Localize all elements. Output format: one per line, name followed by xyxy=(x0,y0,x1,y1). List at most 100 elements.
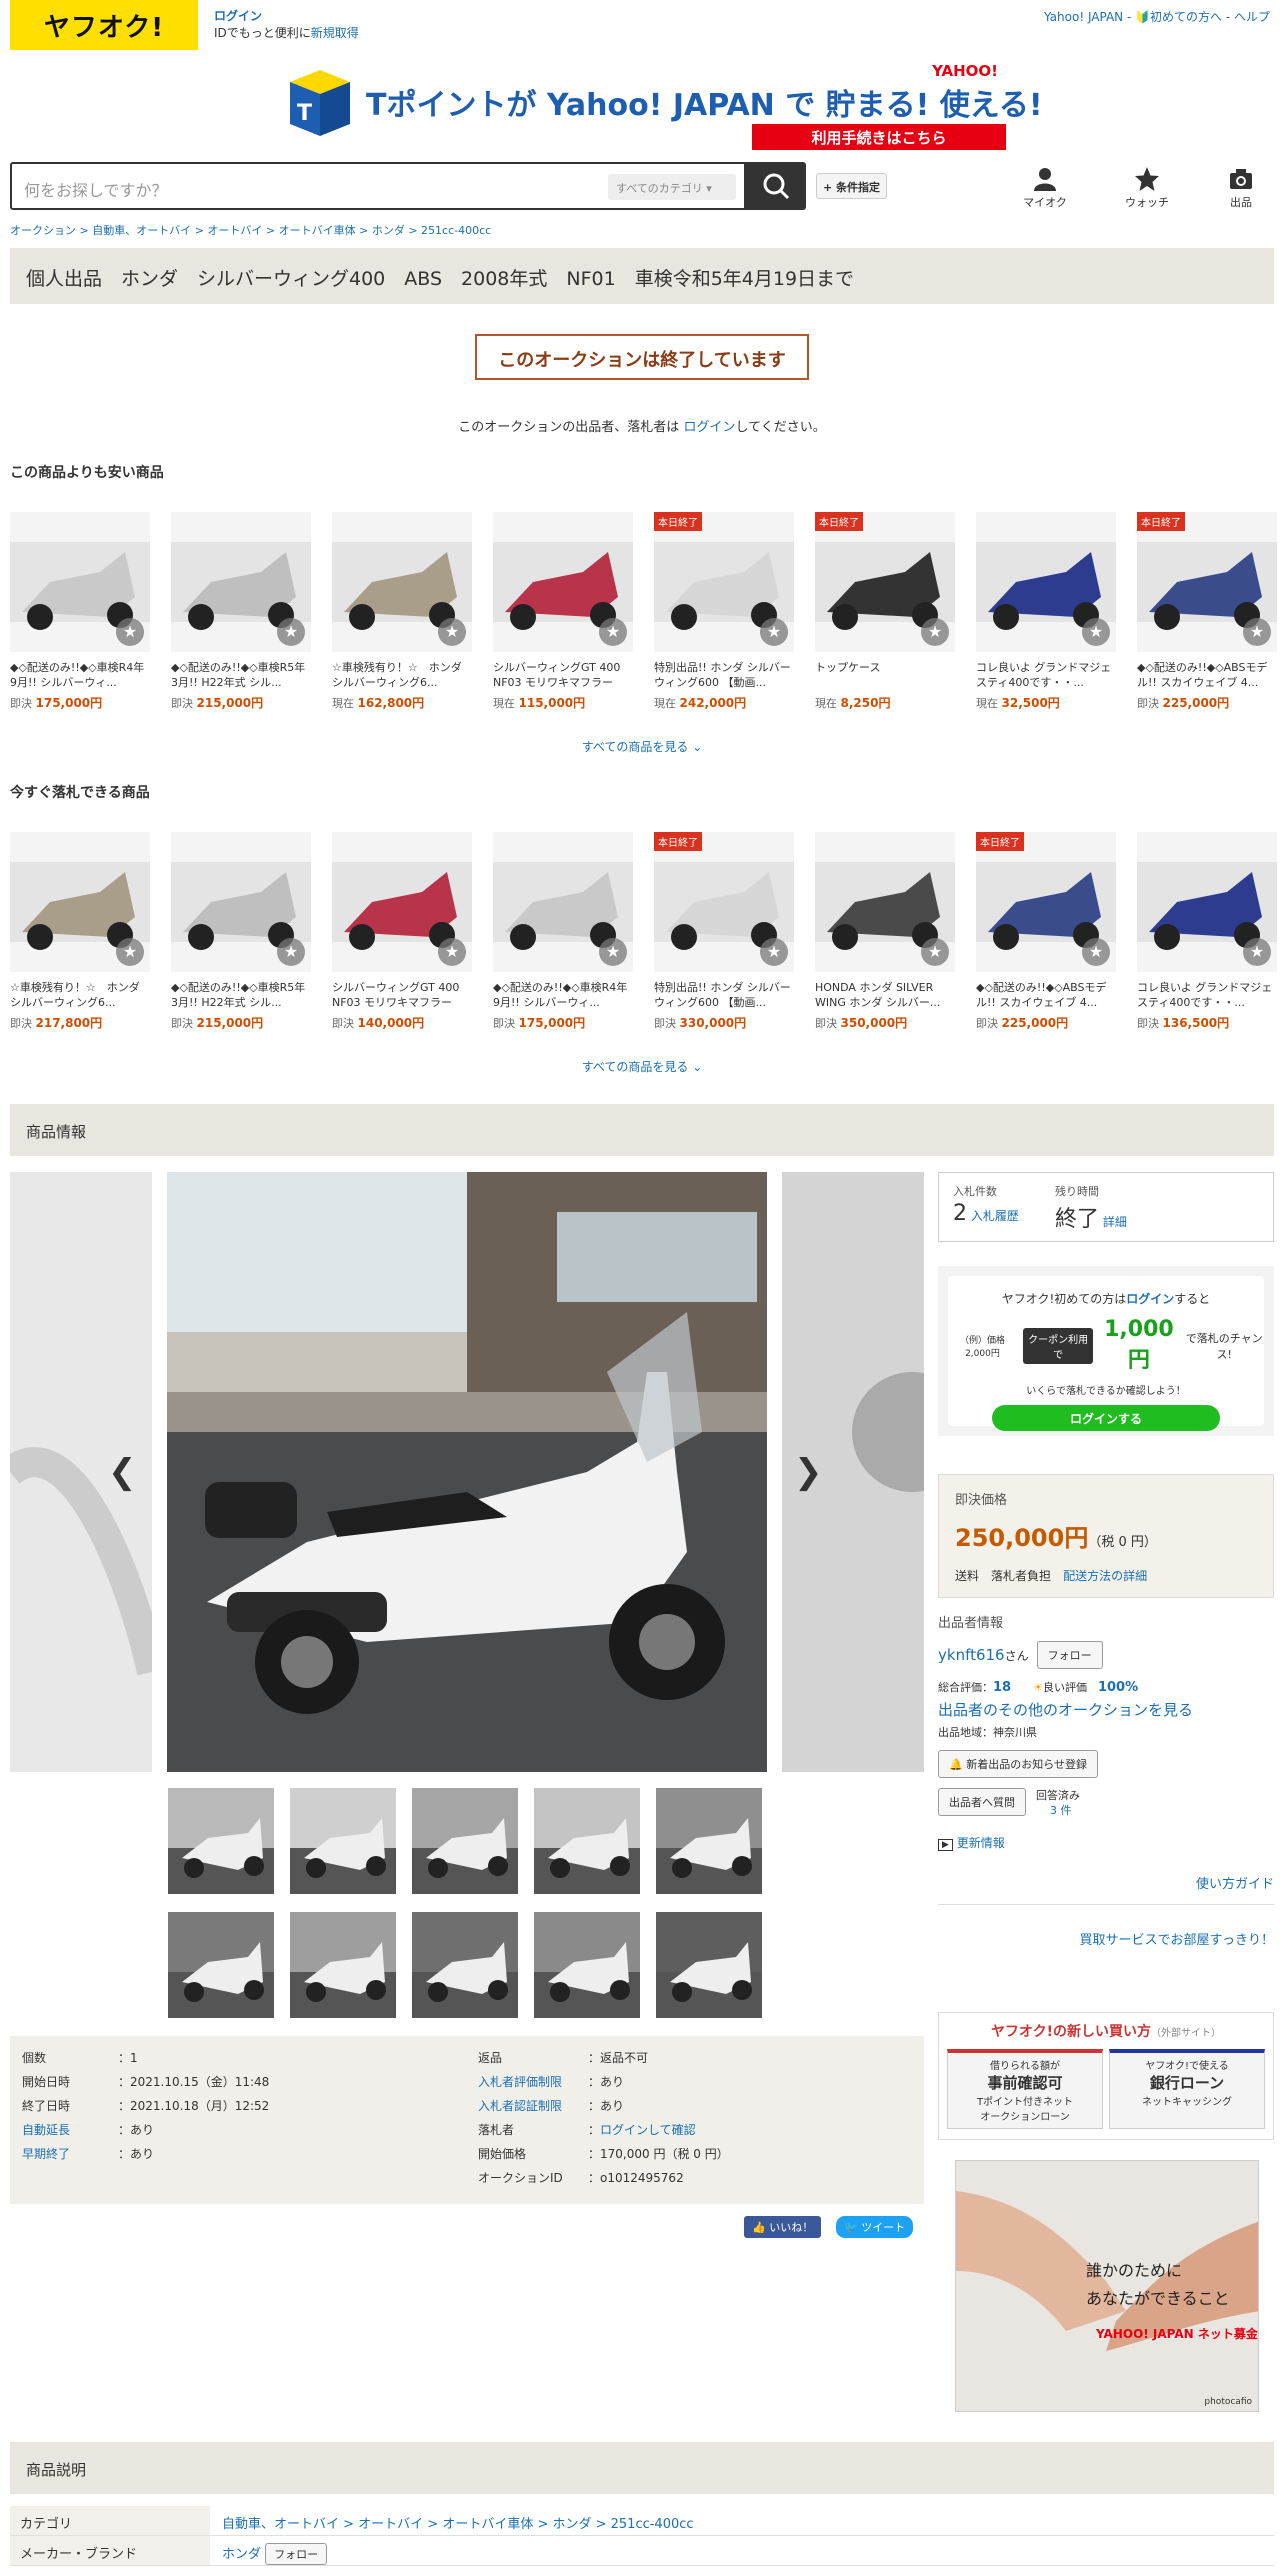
product-thumbnail[interactable]: ★ xyxy=(976,512,1116,652)
seller-other-auctions-link[interactable]: 出品者のその他のオークションを見る xyxy=(938,1701,1193,1719)
tweet-button[interactable]: 🐦 ツイート xyxy=(836,2216,914,2238)
gallery-thumbnail[interactable] xyxy=(412,1788,518,1894)
ask-seller-button[interactable]: 出品者へ質問 xyxy=(938,1788,1026,1816)
buyback-service-link[interactable]: 買取サービスでお部屋すっきり！ xyxy=(938,1929,1274,1948)
product-title[interactable]: ◆◇配送のみ!!◆◇車検R5年3月!! H22年式 シル... xyxy=(171,980,311,1010)
register-link[interactable]: 新規取得 xyxy=(311,26,359,40)
watch-star-icon[interactable]: ★ xyxy=(599,938,627,966)
ended-login-link[interactable]: ログイン xyxy=(683,420,735,435)
product-thumbnail[interactable]: 本日終了 ★ xyxy=(654,512,794,652)
product-title[interactable]: コレ良いよ グランドマジェスティ400です・・... xyxy=(976,660,1116,690)
detail-key[interactable]: 入札者評価制限 xyxy=(478,2070,588,2094)
detail-key[interactable]: 自動延長 xyxy=(22,2118,118,2142)
product-thumbnail[interactable]: 本日終了 ★ xyxy=(976,832,1116,972)
watch-star-icon[interactable]: ★ xyxy=(1082,618,1110,646)
main-product-image[interactable] xyxy=(167,1172,767,1772)
search-button[interactable] xyxy=(746,162,806,210)
watch-star-icon[interactable]: ★ xyxy=(116,938,144,966)
product-card[interactable]: ★ ◆◇配送のみ!!◆◇車検R4年9月!! シルバーウィ... 即決 175,0… xyxy=(10,512,150,711)
watch-star-icon[interactable]: ★ xyxy=(760,618,788,646)
product-card[interactable]: ★ シルバーウィングGT 400 NF03 モリワキマフラー 現在 115,00… xyxy=(493,512,633,711)
brand-follow-button[interactable]: フォロー xyxy=(265,2543,328,2565)
category-select[interactable]: すべてのカテゴリ ▾ xyxy=(608,174,736,200)
chevron-right-icon[interactable]: ❯ xyxy=(794,1452,823,1492)
gallery-thumbnail[interactable] xyxy=(412,1912,518,2018)
product-thumbnail[interactable]: 本日終了 ★ xyxy=(815,512,955,652)
product-card[interactable]: ★ コレ良いよ グランドマジェスティ400です・・... 現在 32,500円 xyxy=(976,512,1116,711)
product-thumbnail[interactable]: ★ xyxy=(332,512,472,652)
promo-login-link[interactable]: ログイン xyxy=(1126,1292,1174,1306)
product-title[interactable]: HONDA ホンダ SILVER WING ホンダ シルバー... xyxy=(815,980,955,1010)
watch-star-icon[interactable]: ★ xyxy=(277,618,305,646)
product-title[interactable]: トップケース xyxy=(815,660,955,690)
detail-key[interactable]: 早期終了 xyxy=(22,2142,118,2166)
gallery-thumbnail[interactable] xyxy=(656,1912,762,2018)
watch-star-icon[interactable]: ★ xyxy=(921,618,949,646)
product-thumbnail[interactable]: ★ xyxy=(815,832,955,972)
donation-ad[interactable]: 誰かのために あなたができること YAHOO! JAPAN ネット募金 photo… xyxy=(955,2160,1259,2412)
brand-link[interactable]: ホンダ xyxy=(222,2547,261,2562)
gallery-thumbnail[interactable] xyxy=(534,1788,640,1894)
product-title[interactable]: ☆車検残有り！☆ ホンダ シルバーウィング6... xyxy=(332,660,472,690)
product-thumbnail[interactable]: ★ xyxy=(171,832,311,972)
promo-login-button[interactable]: ログインする xyxy=(992,1405,1220,1431)
product-title[interactable]: ◆◇配送のみ!!◆◇車検R4年9月!! シルバーウィ... xyxy=(10,660,150,690)
product-card[interactable]: ★ HONDA ホンダ SILVER WING ホンダ シルバー... 即決 3… xyxy=(815,832,955,1031)
product-card[interactable]: 本日終了 ★ トップケース 現在 8,250円 xyxy=(815,512,955,711)
watch-star-icon[interactable]: ★ xyxy=(1082,938,1110,966)
sell-button[interactable]: 出品 xyxy=(1206,166,1276,210)
bank-loan-card[interactable]: ヤフオク!で使える 銀行ローン ネットキャッシング xyxy=(1109,2049,1265,2129)
banner-procedure-button[interactable]: 利用手続きはこちら xyxy=(752,124,1006,150)
watch-star-icon[interactable]: ★ xyxy=(599,618,627,646)
answered-count-link[interactable]: 3 件 xyxy=(1036,1804,1072,1817)
loan-precheck-card[interactable]: 借りられる額が 事前確認可 Tポイント付きネット オークションローン xyxy=(947,2049,1103,2129)
product-title[interactable]: シルバーウィングGT 400 NF03 モリワキマフラー xyxy=(493,660,633,690)
facebook-like-button[interactable]: 👍 いいね！ xyxy=(744,2216,822,2238)
watch-star-icon[interactable]: ★ xyxy=(116,618,144,646)
gallery-thumbnail[interactable] xyxy=(534,1912,640,2018)
product-card[interactable]: ★ ☆車検残有り！☆ ホンダ シルバーウィング6... 即決 217,800円 xyxy=(10,832,150,1031)
watch-star-icon[interactable]: ★ xyxy=(438,618,466,646)
watch-star-icon[interactable]: ★ xyxy=(438,938,466,966)
product-thumbnail[interactable]: ★ xyxy=(332,832,472,972)
seller-rating-link[interactable]: 18 xyxy=(993,1680,1011,1695)
breadcrumb[interactable]: オークション > 自動車、オートバイ > オートバイ > オートバイ車体 > ホ… xyxy=(10,222,491,238)
buynow-see-all-link[interactable]: すべての商品を見る ⌄ xyxy=(0,1058,1284,1075)
product-card[interactable]: ★ ◆◇配送のみ!!◆◇車検R4年9月!! シルバーウィ... 即決 175,0… xyxy=(493,832,633,1031)
cheaper-see-all-link[interactable]: すべての商品を見る ⌄ xyxy=(0,738,1284,755)
product-card[interactable]: ★ コレ良いよ グランドマジェスティ400です・・... 即決 136,500円 xyxy=(1137,832,1277,1031)
login-link[interactable]: ログイン xyxy=(214,8,359,25)
product-title[interactable]: ◆◇配送のみ!!◆◇車検R4年9月!! シルバーウィ... xyxy=(493,980,633,1010)
seller-follow-button[interactable]: フォロー xyxy=(1036,1641,1103,1669)
product-card[interactable]: 本日終了 ★ ◆◇配送のみ!!◆◇ABSモデル!! スカイウェイブ 4... 即… xyxy=(1137,512,1277,711)
update-info-link[interactable]: ▶ 更新情報 xyxy=(938,1834,1274,1851)
product-thumbnail[interactable]: 本日終了 ★ xyxy=(1137,512,1277,652)
search-input[interactable]: 何をお探しですか？ すべてのカテゴリ ▾ xyxy=(10,162,746,210)
watch-star-icon[interactable]: ★ xyxy=(921,938,949,966)
product-card[interactable]: ★ ◆◇配送のみ!!◆◇車検R5年3月!! H22年式 シル... 即決 215… xyxy=(171,512,311,711)
product-title[interactable]: ◆◇配送のみ!!◆◇ABSモデル!! スカイウェイブ 4... xyxy=(976,980,1116,1010)
product-title[interactable]: 特別出品!! ホンダ シルバーウィング600 【動画... xyxy=(654,980,794,1010)
good-rating-link[interactable]: 100% xyxy=(1098,1680,1138,1695)
yahuoku-logo[interactable]: ヤフオク! xyxy=(10,0,198,50)
gallery-thumbnail[interactable] xyxy=(168,1788,274,1894)
gallery-thumbnail[interactable] xyxy=(290,1788,396,1894)
category-path-link[interactable]: 自動車、オートバイ > オートバイ > オートバイ車体 > ホンダ > 251c… xyxy=(210,2506,706,2535)
product-thumbnail[interactable]: ★ xyxy=(10,512,150,652)
watch-star-icon[interactable]: ★ xyxy=(1243,618,1271,646)
product-title[interactable]: 特別出品!! ホンダ シルバーウィング600 【動画... xyxy=(654,660,794,690)
bid-history-link[interactable]: 入札履歴 xyxy=(971,1209,1019,1223)
product-card[interactable]: 本日終了 ★ ◆◇配送のみ!!◆◇ABSモデル!! スカイウェイブ 4... 即… xyxy=(976,832,1116,1031)
product-thumbnail[interactable]: ★ xyxy=(171,512,311,652)
product-thumbnail[interactable]: ★ xyxy=(1137,832,1277,972)
product-card[interactable]: ★ ◆◇配送のみ!!◆◇車検R5年3月!! H22年式 シル... 即決 215… xyxy=(171,832,311,1031)
product-thumbnail[interactable]: ★ xyxy=(10,832,150,972)
tpoint-banner[interactable]: T Tポイントが Yahoo! JAPAN で 貯まる! 使える! YAHOO!… xyxy=(286,62,1043,156)
product-title[interactable]: シルバーウィングGT 400 NF03 モリワキマフラー xyxy=(332,980,472,1010)
detail-value[interactable]: ログインして確認 xyxy=(600,2118,696,2142)
gallery-thumbnail[interactable] xyxy=(290,1912,396,2018)
product-thumbnail[interactable]: ★ xyxy=(493,512,633,652)
product-title[interactable]: ◆◇配送のみ!!◆◇ABSモデル!! スカイウェイブ 4... xyxy=(1137,660,1277,690)
condition-button[interactable]: + 条件指定 xyxy=(816,173,888,199)
new-listing-notify-button[interactable]: 🔔 新着出品のお知らせ登録 xyxy=(938,1750,1098,1778)
